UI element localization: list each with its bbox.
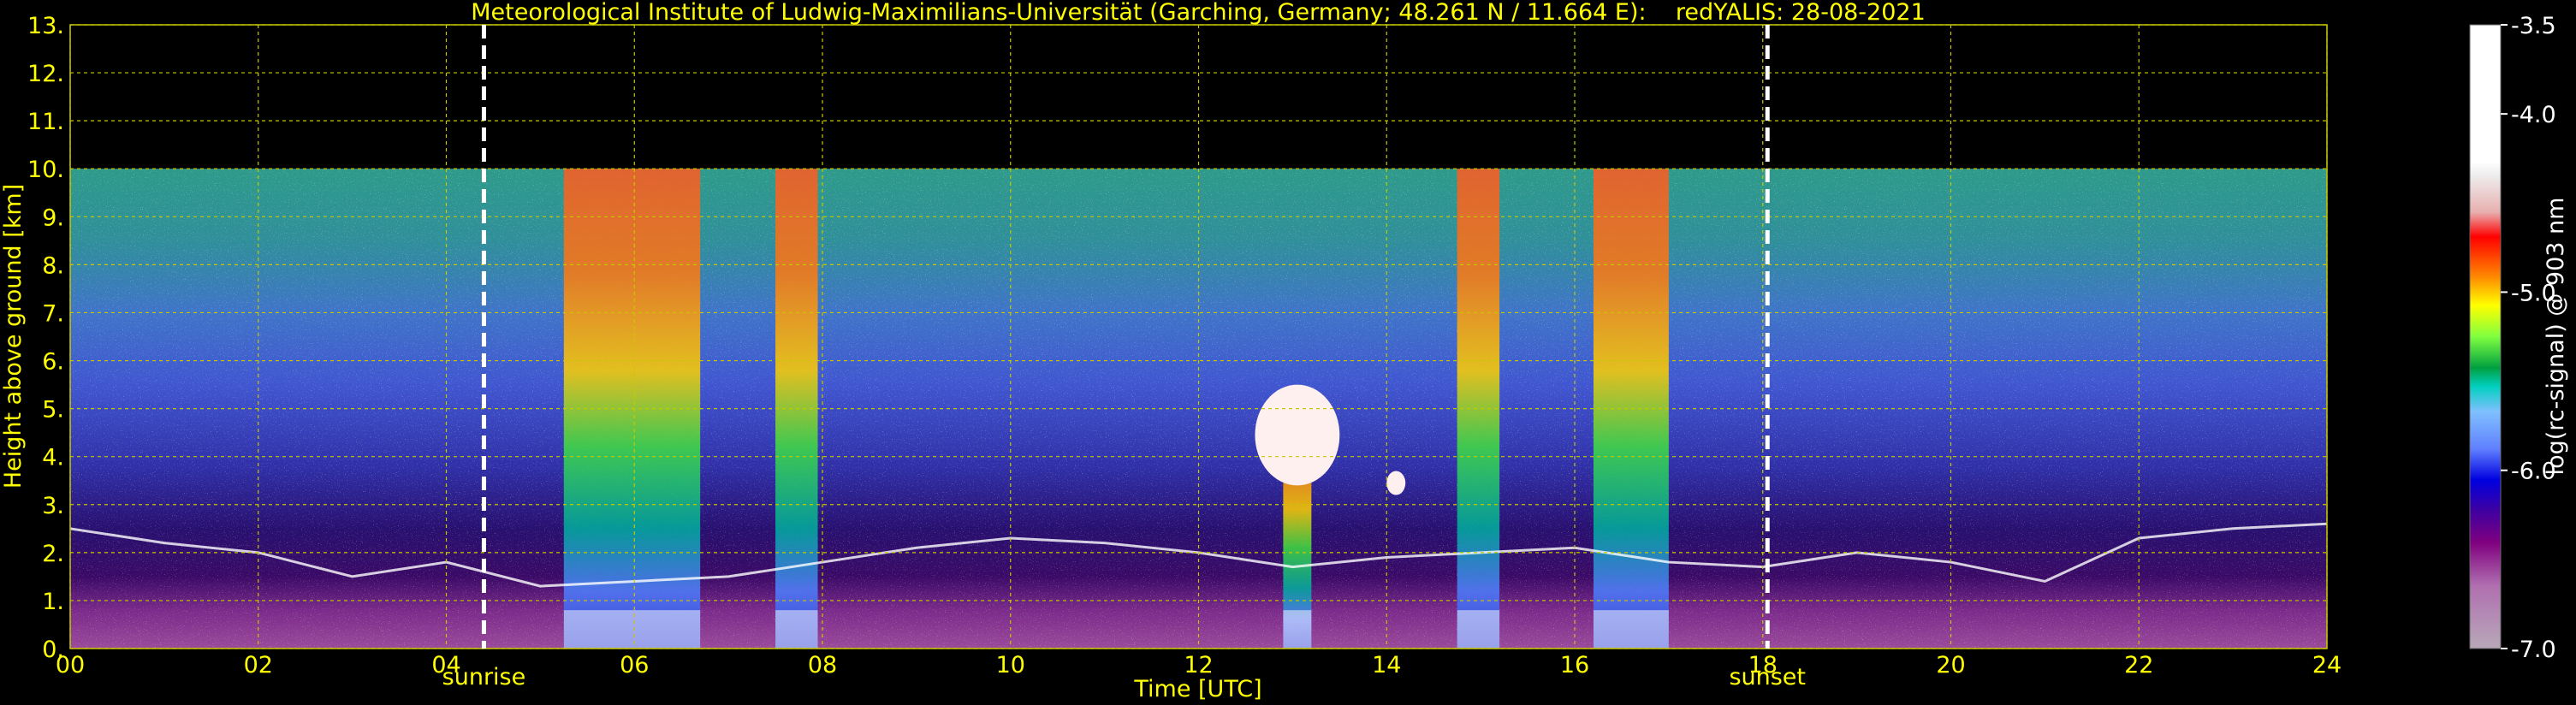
x-axis-label: Time [UTC] [1133, 676, 1261, 702]
colorbar-tick-label: -4.0 [2511, 102, 2556, 128]
y-tick-label: 10. [27, 157, 64, 183]
rain-shaft [1457, 169, 1500, 649]
y-tick-label: 3. [42, 493, 64, 519]
y-axis-label: Height above ground [km] [0, 184, 27, 489]
y-tick-label: 13. [27, 13, 64, 39]
cloud-patch [1386, 471, 1406, 495]
colorbar-tick-label: -7.0 [2511, 637, 2556, 663]
x-tick-label: 08 [808, 652, 837, 678]
x-tick-label: 18 [1748, 652, 1778, 678]
lidar-time-height-chart: sunrise sunset 00 02 04 06 08 10 12 14 16 18 20 22 24… [0, 0, 2569, 702]
chart-title: Meteorological Institute of Ludwig-Maxim… [471, 0, 1926, 26]
x-tick-label: 06 [620, 652, 649, 678]
colorbar-gradient [2469, 24, 2502, 649]
x-tick-label: 10 [996, 652, 1025, 678]
y-tick-label: 11. [27, 109, 64, 135]
y-tick-label: 7. [42, 300, 64, 327]
y-tick-label: 8. [42, 252, 64, 279]
colorbar-tick-label: -3.5 [2511, 13, 2556, 39]
rain-shaft-base [775, 610, 818, 649]
rain-shaft-base [1593, 610, 1669, 649]
y-tick-label: 5. [42, 397, 64, 424]
y-tick-label: 12. [27, 61, 64, 87]
x-tick-label: 16 [1560, 652, 1589, 678]
y-tick-label: 4. [42, 445, 64, 471]
rain-shaft-base [1283, 610, 1312, 649]
rain-shaft-base [563, 610, 701, 649]
x-tick-label: 12 [1184, 652, 1213, 678]
y-tick-label: 6. [42, 349, 64, 376]
y-tick-label: 2. [42, 541, 64, 567]
cloud-patch [1255, 384, 1340, 486]
x-tick-label: 04 [431, 652, 460, 678]
x-tick-label: 20 [1936, 652, 1965, 678]
colorbar-label: log(rc-signal) @ 903 nm [2543, 198, 2569, 476]
x-tick-label: 24 [2312, 652, 2342, 678]
x-tick-label: 02 [244, 652, 273, 678]
y-tick-label: 0. [42, 637, 64, 663]
x-tick-label: 14 [1372, 652, 1401, 678]
y-tick-label: 9. [42, 204, 64, 231]
x-tick-label: 22 [2124, 652, 2153, 678]
rain-shaft-base [1457, 610, 1500, 649]
y-tick-label: 1. [42, 589, 64, 615]
